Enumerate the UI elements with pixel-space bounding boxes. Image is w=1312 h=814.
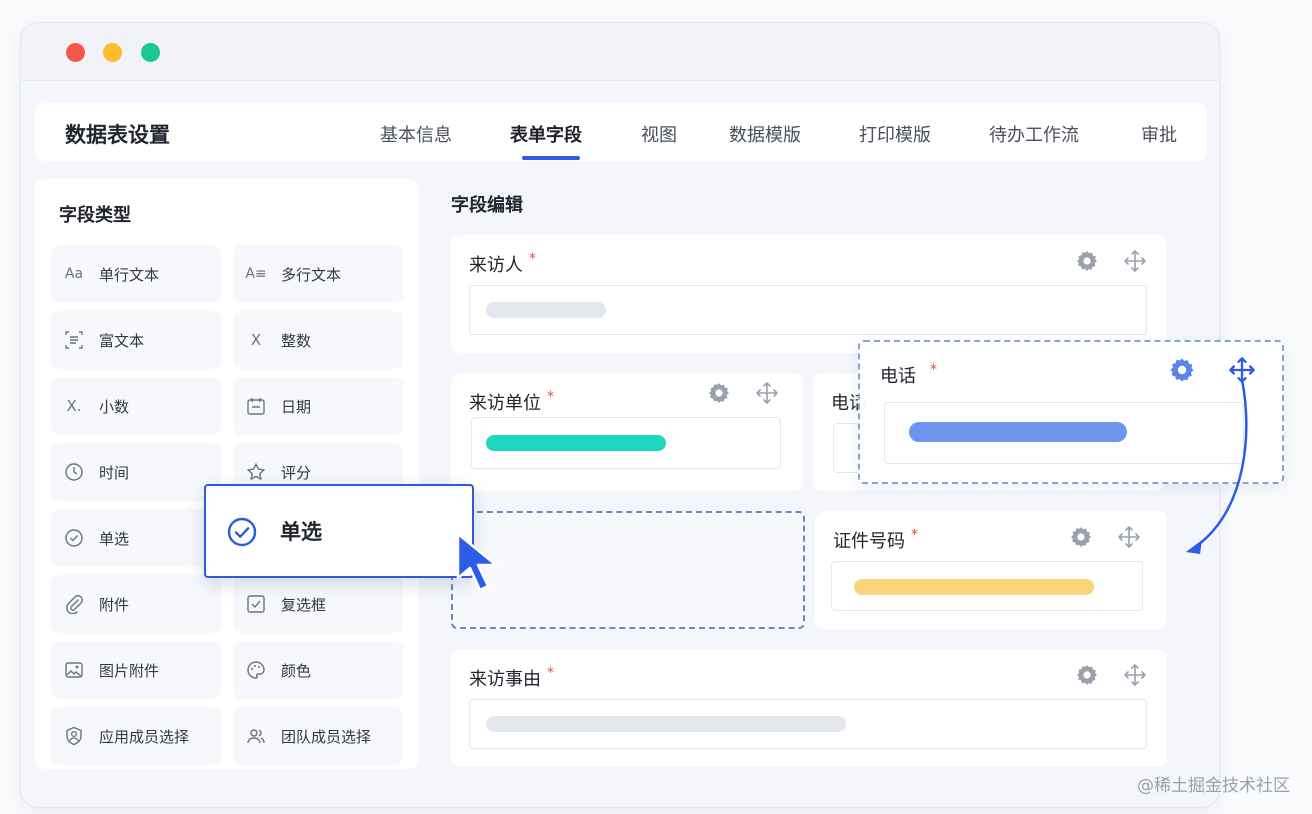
field-label: 电话 [880, 366, 916, 387]
placeholder-bar [486, 435, 666, 451]
placeholder-bar [909, 422, 1127, 442]
field-type-team-member-select[interactable]: 团队成员选择 [233, 707, 403, 765]
palette-icon [245, 659, 267, 681]
field-type-time[interactable]: 时间 [51, 443, 221, 501]
visit-unit-input-placeholder[interactable] [471, 417, 781, 469]
required-mark: * [547, 665, 554, 681]
required-mark: * [930, 362, 937, 378]
text-multiline-icon: A≡ [245, 266, 267, 282]
visit-reason-input-placeholder[interactable] [469, 699, 1147, 749]
field-type-single-select[interactable]: 单选 [51, 509, 221, 567]
drag-path-arrow-icon [1186, 379, 1248, 554]
field-type-checkbox[interactable]: 复选框 [233, 575, 403, 633]
decimal-x-icon: X. [66, 397, 82, 415]
field-type-date[interactable]: 日期 [233, 377, 403, 435]
close-window-button[interactable] [66, 43, 85, 62]
field-label: 单选 [280, 520, 322, 544]
tab-print-template[interactable]: 打印模版 [859, 121, 931, 147]
field-type-single-line-text[interactable]: Aa 单行文本 [51, 245, 221, 303]
field-type-attachment[interactable]: 附件 [51, 575, 221, 633]
id-number-input-placeholder[interactable] [831, 561, 1143, 611]
field-card-visitor[interactable]: 来访人 * [451, 235, 1167, 353]
active-tab-indicator [522, 156, 580, 160]
move-arrows-icon[interactable] [1123, 663, 1147, 687]
settings-gear-icon[interactable] [1075, 249, 1099, 273]
field-type-decimal[interactable]: X. 小数 [51, 377, 221, 435]
page-title: 数据表设置 [65, 123, 170, 147]
tab-approval[interactable]: 审批 [1141, 121, 1177, 147]
field-type-integer[interactable]: X 整数 [233, 311, 403, 369]
integer-x-icon: X [250, 331, 262, 349]
field-card-visit-reason[interactable]: 来访事由 * [451, 649, 1167, 767]
required-mark: * [529, 251, 536, 267]
field-label: 来访单位 [469, 393, 541, 414]
required-mark: * [911, 527, 918, 543]
tab-form-fields[interactable]: 表单字段 [510, 121, 582, 147]
settings-gear-icon[interactable] [1069, 525, 1093, 549]
check-circle-icon [63, 527, 85, 549]
watermark: @稀土掘金技术社区 [1137, 776, 1290, 796]
field-type-title: 字段类型 [59, 205, 131, 226]
tab-data-template[interactable]: 数据模版 [729, 121, 801, 147]
move-arrows-icon[interactable] [1117, 525, 1141, 549]
image-icon [63, 659, 85, 681]
text-aa-icon: Aa [64, 266, 84, 282]
field-type-color[interactable]: 颜色 [233, 641, 403, 699]
field-label: 来访事由 [469, 669, 541, 690]
field-type-image-attachment[interactable]: 图片附件 [51, 641, 221, 699]
required-mark: * [547, 389, 554, 405]
settings-gear-icon[interactable] [1075, 663, 1099, 687]
tab-basic-info[interactable]: 基本信息 [380, 121, 452, 147]
team-icon [245, 725, 267, 747]
field-label: 证件号码 [833, 531, 905, 552]
field-editor-title: 字段编辑 [451, 195, 523, 216]
star-icon [245, 461, 267, 483]
move-arrows-icon[interactable] [755, 381, 779, 405]
field-card-visit-unit[interactable]: 来访单位 * [451, 373, 803, 491]
tab-view[interactable]: 视图 [641, 121, 677, 147]
cursor-pointer-icon [456, 532, 498, 592]
placeholder-bar [486, 302, 606, 318]
dragging-single-select-field[interactable]: 单选 [204, 484, 474, 578]
drop-zone[interactable] [451, 511, 805, 629]
settings-header: 数据表设置 基本信息 表单字段 视图 数据模版 打印模版 待办工作流 审批 [35, 103, 1207, 161]
calendar-icon [245, 395, 267, 417]
field-label: 来访人 [469, 255, 523, 276]
checkbox-icon [245, 593, 267, 615]
settings-gear-icon[interactable] [707, 381, 731, 405]
field-type-multi-line-text[interactable]: A≡ 多行文本 [233, 245, 403, 303]
minimize-window-button[interactable] [103, 43, 122, 62]
title-bar [21, 23, 1219, 81]
user-badge-icon [63, 725, 85, 747]
move-arrows-icon[interactable] [1123, 249, 1147, 273]
field-type-panel: 字段类型 Aa 单行文本 A≡ 多行文本 富文本 X 整数 X. 小数 日期 时… [35, 179, 419, 769]
tab-todo-workflow[interactable]: 待办工作流 [989, 121, 1079, 147]
field-card-id-number[interactable]: 证件号码 * [815, 511, 1167, 629]
clock-icon [63, 461, 85, 483]
field-type-rich-text[interactable]: 富文本 [51, 311, 221, 369]
maximize-window-button[interactable] [141, 43, 160, 62]
check-circle-icon [227, 517, 257, 547]
rich-text-icon [63, 329, 85, 351]
paperclip-icon [63, 593, 85, 615]
field-type-app-member-select[interactable]: 应用成员选择 [51, 707, 221, 765]
visitor-input-placeholder[interactable] [469, 285, 1147, 335]
placeholder-bar [486, 716, 846, 732]
placeholder-bar [854, 579, 1094, 595]
